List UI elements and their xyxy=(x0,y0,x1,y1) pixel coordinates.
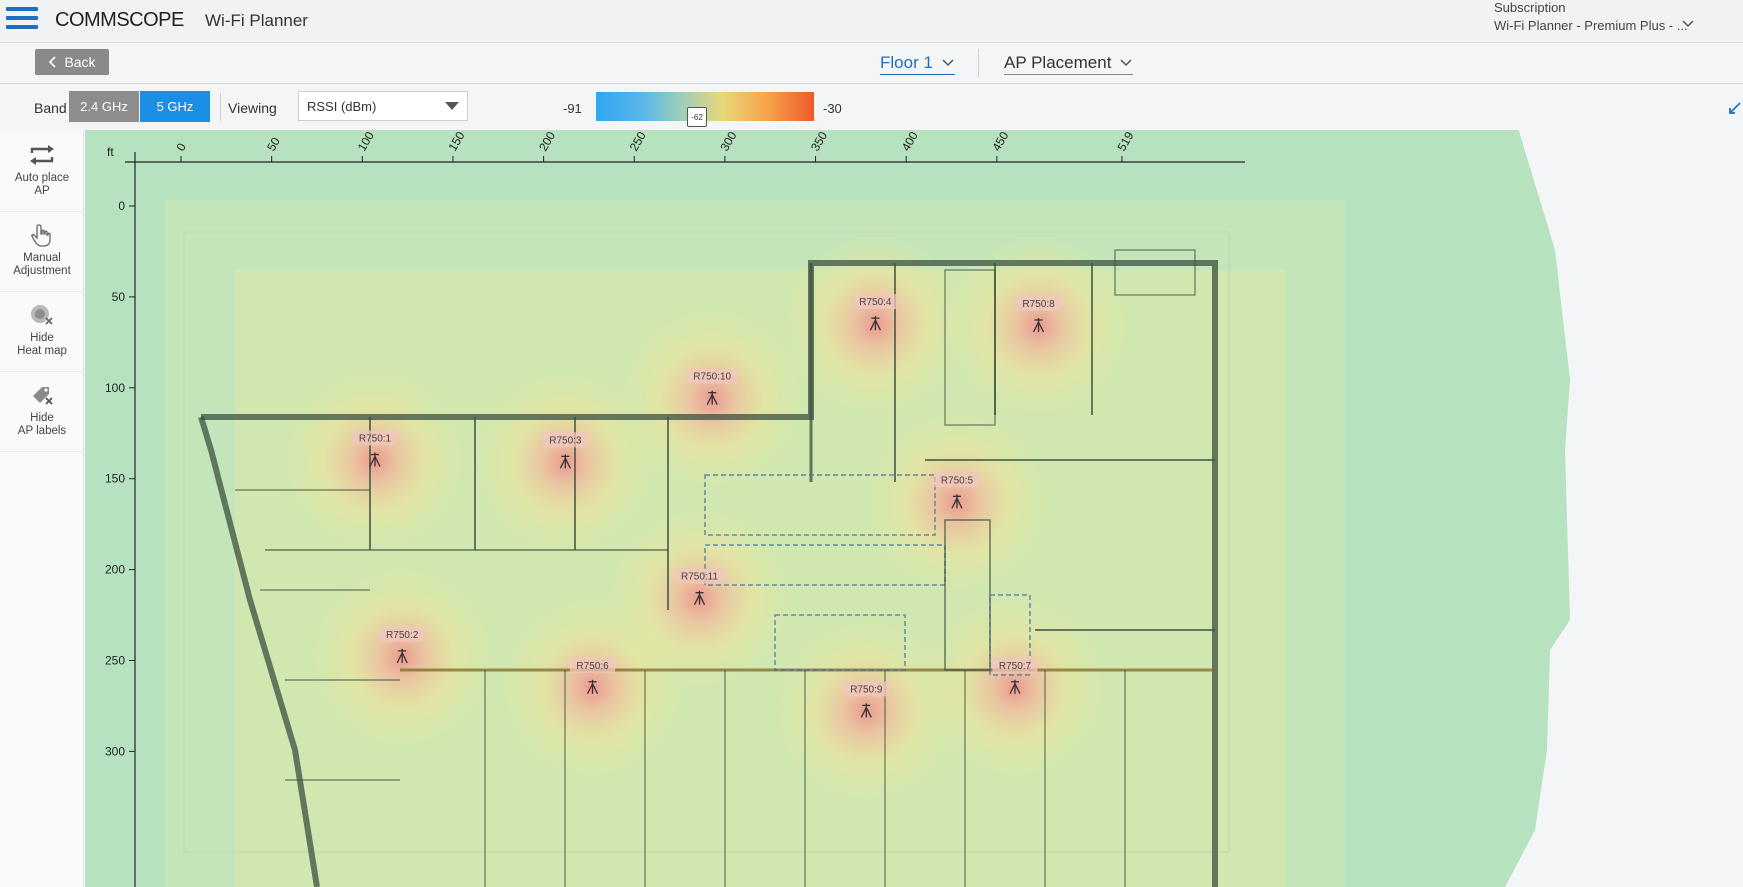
ap-label: R750:3 xyxy=(549,435,582,446)
axis-unit: ft xyxy=(107,145,114,159)
ap-label: R750:2 xyxy=(386,630,419,641)
nav-divider xyxy=(978,49,979,77)
expand-icon[interactable] xyxy=(1728,101,1742,115)
floor-select[interactable]: Floor 1 xyxy=(880,53,955,75)
scale-min: -91 xyxy=(563,101,582,116)
ap-label: R750:11 xyxy=(681,572,719,583)
band-24ghz-button[interactable]: 2.4 GHz xyxy=(69,91,139,122)
scale-max: -30 xyxy=(823,101,842,116)
hide-ap-labels-button[interactable]: Hide AP labels xyxy=(0,372,84,452)
y-tick-label: 300 xyxy=(105,744,125,758)
viewing-select[interactable]: RSSI (dBm) xyxy=(298,91,468,121)
tag-hide-icon xyxy=(33,387,53,405)
tool-label: Hide AP labels xyxy=(17,412,67,437)
tool-label: Manual Adjustment xyxy=(13,252,71,277)
auto-place-ap-button[interactable]: Auto place AP xyxy=(0,132,84,212)
floorplan-svg[interactable]: ft 0 50 100 150 200 250 300 350 400 450 519 050100… xyxy=(85,130,1743,887)
chevron-down-icon xyxy=(942,59,954,67)
ap-label: R750:9 xyxy=(850,684,883,695)
viewing-label: Viewing xyxy=(228,100,277,116)
heatmap-hide-icon xyxy=(31,305,53,325)
app-header: COMMSCOPE Wi-Fi Planner Subscription Wi-… xyxy=(0,0,1743,43)
subscription-label: Subscription xyxy=(1494,0,1566,15)
back-button[interactable]: Back xyxy=(35,49,109,75)
toolbar-divider xyxy=(220,93,221,121)
band-label: Band xyxy=(34,100,67,116)
back-label: Back xyxy=(64,54,96,70)
auto-place-icon xyxy=(30,145,54,165)
tool-panel: Auto place AP Manual Adjustment Hide Hea… xyxy=(0,132,84,887)
band-5ghz-button[interactable]: 5 GHz xyxy=(140,91,210,122)
caret-down-icon xyxy=(445,102,459,110)
ap-label: R750:10 xyxy=(693,372,731,383)
tool-label: Hide Heat map xyxy=(17,332,67,357)
floorplan-canvas[interactable]: ft 0 50 100 150 200 250 300 350 400 450 519 0 50 100… xyxy=(85,130,1743,887)
y-tick-label: 50 xyxy=(112,290,126,304)
manual-adjustment-button[interactable]: Manual Adjustment xyxy=(0,212,84,292)
hide-heatmap-button[interactable]: Hide Heat map xyxy=(0,292,84,372)
tool-label: Auto place AP xyxy=(14,172,70,197)
menu-icon[interactable] xyxy=(6,5,40,31)
y-tick-label: 150 xyxy=(105,472,125,486)
ap-label: R750:5 xyxy=(941,475,974,486)
floor-label: Floor 1 xyxy=(880,53,933,72)
y-tick-label: 200 xyxy=(105,563,125,577)
ap-label: R750:8 xyxy=(1022,299,1055,310)
mode-select[interactable]: AP Placement xyxy=(1004,53,1134,75)
nav-bar: Back Floor 1 AP Placement xyxy=(0,43,1743,84)
chevron-down-icon xyxy=(1120,59,1132,67)
app-title: Wi-Fi Planner xyxy=(205,11,308,30)
ap-label: R750:4 xyxy=(859,297,892,308)
ap-label: R750:1 xyxy=(359,434,392,445)
y-tick-label: 0 xyxy=(118,199,125,213)
ap-label: R750:7 xyxy=(999,661,1032,672)
chevron-left-icon xyxy=(49,56,57,68)
brand-logo: COMMSCOPE xyxy=(55,9,184,31)
heatmap-toolbar: Band 2.4 GHz 5 GHz Viewing RSSI (dBm) -9… xyxy=(0,85,1743,130)
chevron-down-icon[interactable] xyxy=(1680,16,1696,32)
ap-label: R750:6 xyxy=(576,661,609,672)
y-tick-label: 100 xyxy=(105,381,125,395)
mode-label: AP Placement xyxy=(1004,53,1112,72)
viewing-value: RSSI (dBm) xyxy=(307,99,377,114)
y-tick-label: 250 xyxy=(105,654,125,668)
scale-threshold-handle[interactable]: -62 xyxy=(687,107,707,127)
hand-pointer-icon xyxy=(31,224,51,247)
subscription-select[interactable]: Wi-Fi Planner - Premium Plus - ... xyxy=(1494,18,1688,33)
